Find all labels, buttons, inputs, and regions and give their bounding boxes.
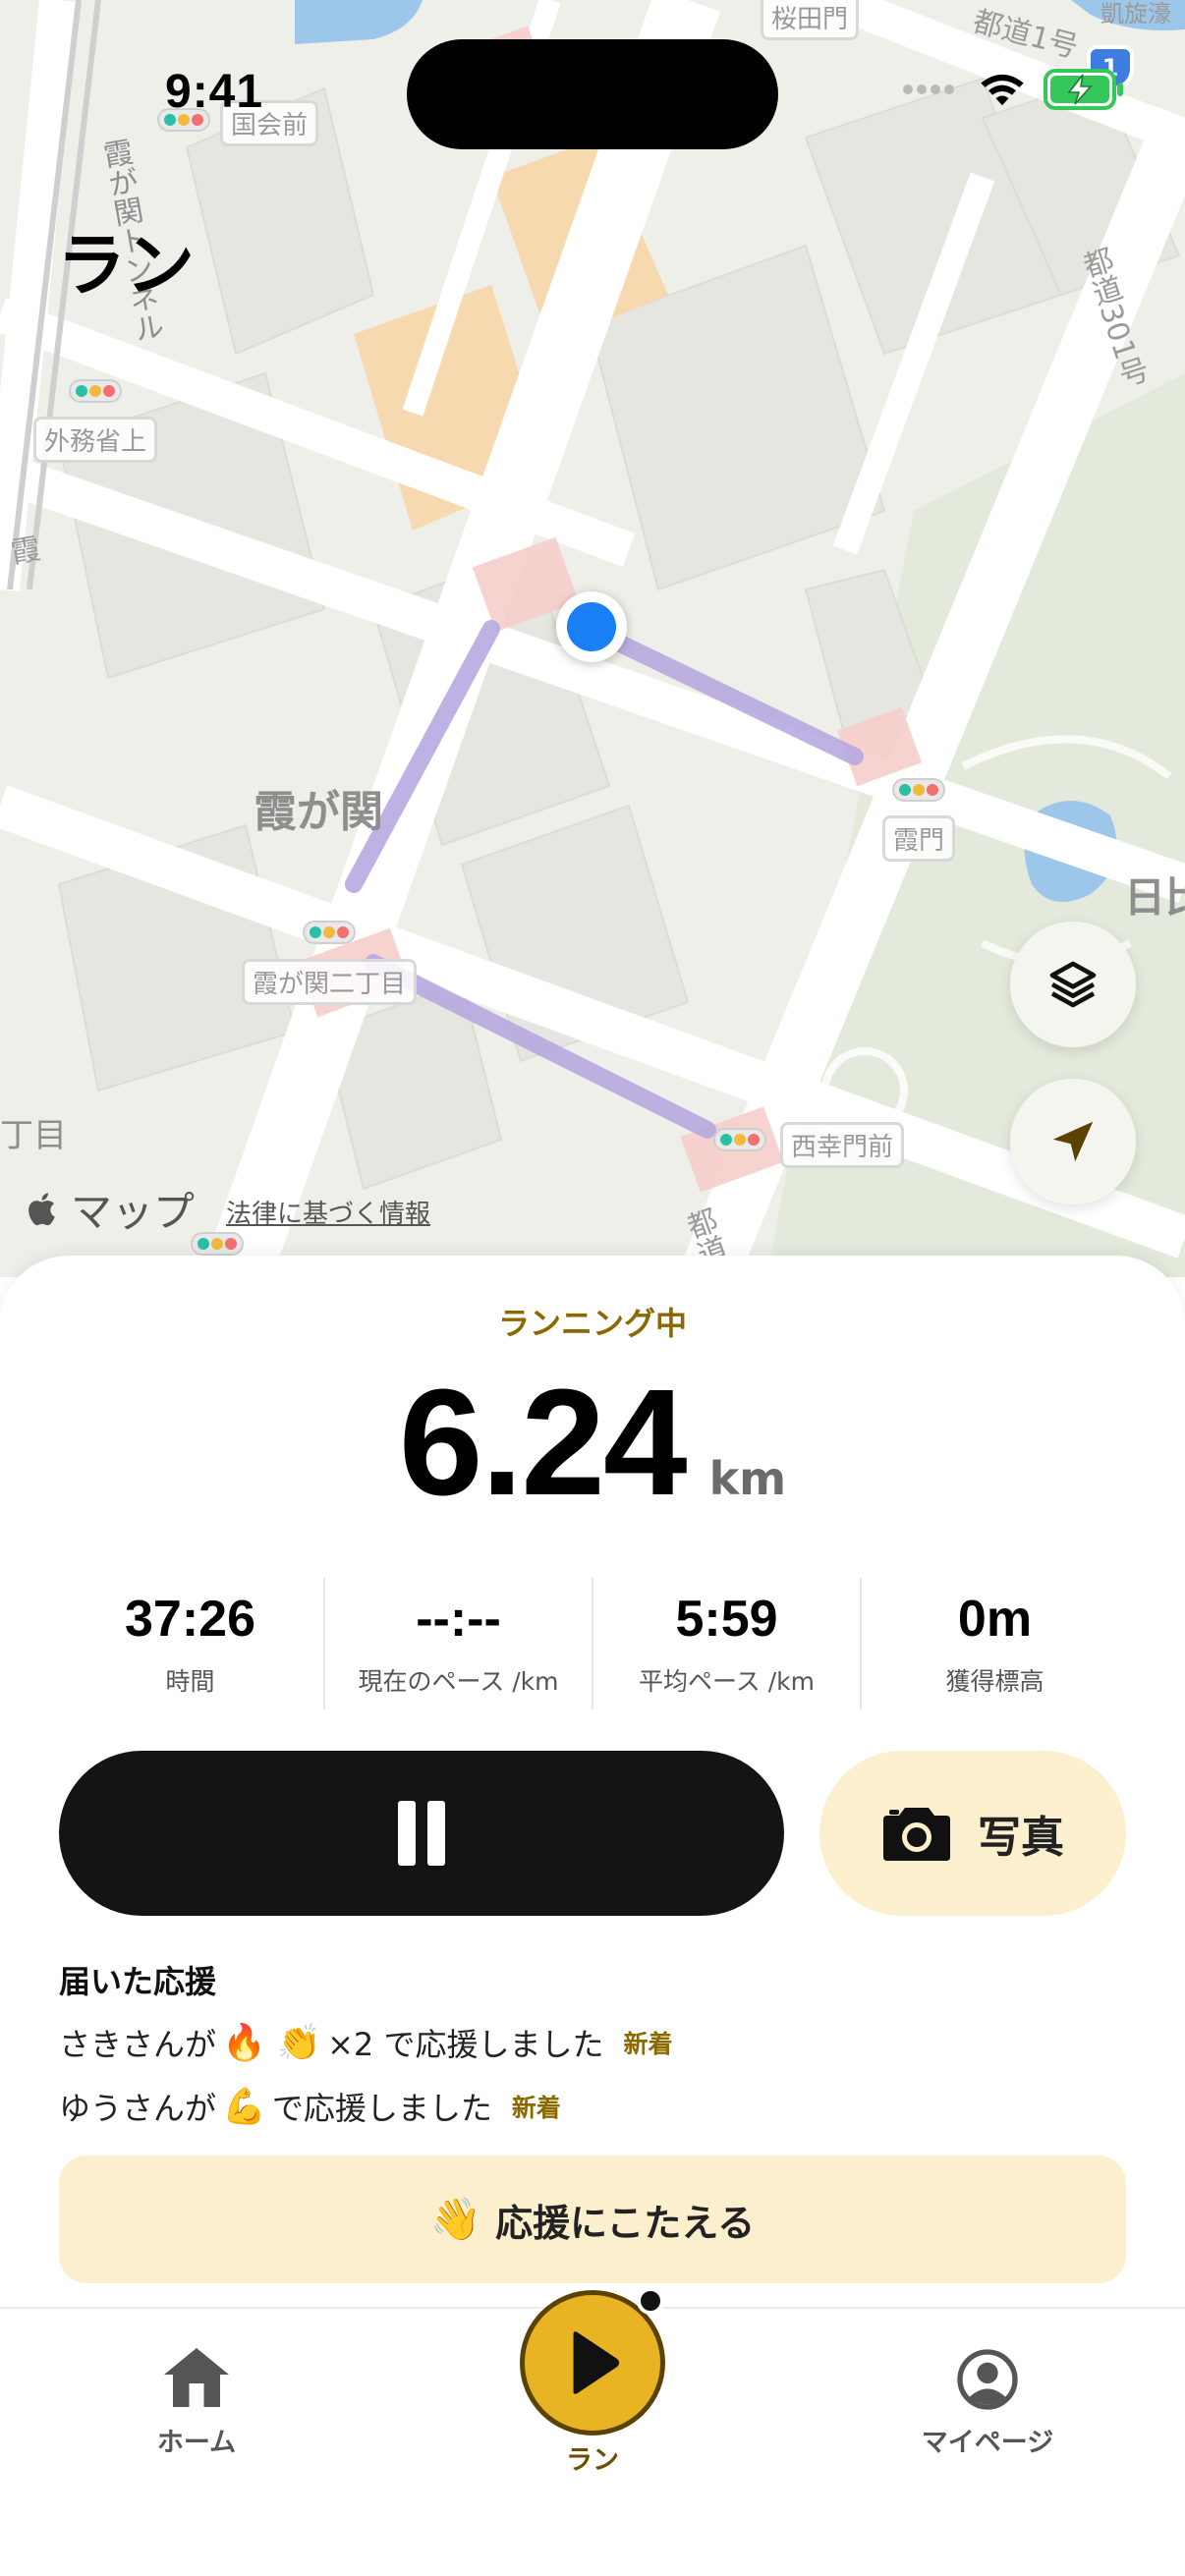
pause-icon bbox=[398, 1801, 445, 1866]
cheer-item: ゆうさんが 💪 で応援しました 新着 bbox=[59, 2084, 561, 2129]
respond-to-cheers-button[interactable]: 👋 応援にこたえる bbox=[59, 2156, 1126, 2283]
cheer-emojis: 💪 bbox=[222, 2087, 266, 2127]
new-badge: 新着 bbox=[511, 2094, 561, 2122]
status-bar-time: 9:41 bbox=[165, 66, 264, 118]
cheer-item: さきさんが 🔥 👏 ×2 で応援しました 新着 bbox=[59, 2020, 672, 2065]
run-stats: 37:26 時間 --:-- 現在のペース /km 5:59 平均ペース /km… bbox=[57, 1578, 1128, 1709]
stat-current-pace: --:-- 現在のペース /km bbox=[325, 1578, 593, 1709]
stat-value: --:-- bbox=[416, 1591, 501, 1648]
traffic-signal-icon bbox=[191, 1232, 244, 1256]
waving-hand-icon: 👋 bbox=[429, 2195, 482, 2243]
maps-brand-label: マップ bbox=[71, 1188, 196, 1236]
tab-mypage[interactable]: マイページ bbox=[904, 2348, 1071, 2459]
cheers-section-title: 届いた応援 bbox=[59, 1963, 217, 2000]
cheer-emojis: 🔥 👏 bbox=[222, 2023, 322, 2063]
traffic-signal-icon bbox=[69, 379, 122, 403]
stat-value: 0m bbox=[957, 1591, 1033, 1648]
map-label-chome-partial: 丁目 bbox=[0, 1116, 67, 1155]
pause-button[interactable] bbox=[59, 1751, 784, 1916]
cheer-message: で応援しました bbox=[271, 2090, 492, 2127]
cellular-signal-icon bbox=[903, 84, 954, 94]
intersection-sakuradamon: 桜田門 bbox=[761, 0, 860, 40]
page-title: ラン bbox=[57, 225, 195, 306]
user-profile-icon bbox=[957, 2349, 1018, 2410]
battery-charging-icon bbox=[1044, 69, 1123, 110]
photo-button[interactable]: 写真 bbox=[819, 1751, 1126, 1916]
respond-button-label: 応援にこたえる bbox=[495, 2201, 756, 2245]
map-label-top-right-partial: 凱旋濠 bbox=[1100, 0, 1171, 28]
traffic-signal-icon bbox=[303, 921, 356, 944]
run-status-label: ランニング中 bbox=[497, 1305, 687, 1342]
new-badge: 新着 bbox=[623, 2030, 673, 2058]
traffic-signal-icon bbox=[892, 778, 945, 802]
wifi-icon bbox=[981, 74, 1024, 106]
distance-display: 6.24 km bbox=[0, 1356, 1185, 1530]
apple-logo-icon bbox=[28, 1192, 55, 1225]
map-label-district: 霞が関 bbox=[254, 787, 383, 837]
map-layers-button[interactable] bbox=[1010, 922, 1136, 1047]
recenter-location-button[interactable] bbox=[1010, 1079, 1136, 1204]
current-location-icon bbox=[556, 591, 627, 662]
notification-dot bbox=[637, 2287, 664, 2315]
intersection-kasumigaseki-2: 霞が関二丁目 bbox=[242, 959, 418, 1005]
location-arrow-icon bbox=[1052, 1121, 1094, 1162]
stat-time: 37:26 時間 bbox=[57, 1578, 325, 1709]
apple-maps-attribution: マップ bbox=[28, 1179, 195, 1239]
distance-unit: km bbox=[708, 1452, 787, 1505]
intersection-nishi-saiwaimon: 西幸門前 bbox=[780, 1122, 905, 1168]
map-label-district-partial: 日比 bbox=[1124, 873, 1185, 922]
cheer-message: ×2 で応援しました bbox=[327, 2026, 604, 2063]
stat-elevation-gain: 0m 獲得標高 bbox=[862, 1578, 1128, 1709]
cheer-sender: さきさんが bbox=[59, 2026, 217, 2063]
stat-label: 現在のペース /km bbox=[358, 1667, 559, 1696]
traffic-signal-icon bbox=[713, 1128, 766, 1151]
status-bar-indicators bbox=[902, 69, 1126, 110]
camera-icon bbox=[883, 1808, 950, 1861]
dynamic-island bbox=[407, 39, 778, 149]
stat-average-pace: 5:59 平均ペース /km bbox=[593, 1578, 862, 1709]
distance-value: 6.24 bbox=[398, 1358, 688, 1527]
legal-info-link[interactable]: 法律に基づく情報 bbox=[226, 1194, 430, 1230]
cheer-sender: ゆうさんが bbox=[59, 2090, 217, 2127]
tab-mypage-label: マイページ bbox=[921, 2428, 1054, 2458]
photo-button-label: 写真 bbox=[978, 1813, 1064, 1863]
intersection-kasumon: 霞門 bbox=[882, 815, 956, 862]
stat-label: 平均ペース /km bbox=[639, 1667, 815, 1696]
stat-label: 時間 bbox=[165, 1667, 215, 1696]
stat-value: 37:26 bbox=[125, 1591, 255, 1648]
home-icon bbox=[164, 2348, 229, 2407]
intersection-gaimusho-ue: 外務省上 bbox=[33, 417, 158, 463]
play-icon bbox=[573, 2331, 620, 2394]
stat-value: 5:59 bbox=[675, 1591, 778, 1648]
layers-icon bbox=[1049, 961, 1097, 1008]
map-view[interactable]: 霞が関 日比 丁目 霞が関トンネル 都道301号 都道1号 都道 霞 凱旋濠 1… bbox=[0, 0, 1185, 1277]
stat-label: 獲得標高 bbox=[945, 1667, 1044, 1696]
